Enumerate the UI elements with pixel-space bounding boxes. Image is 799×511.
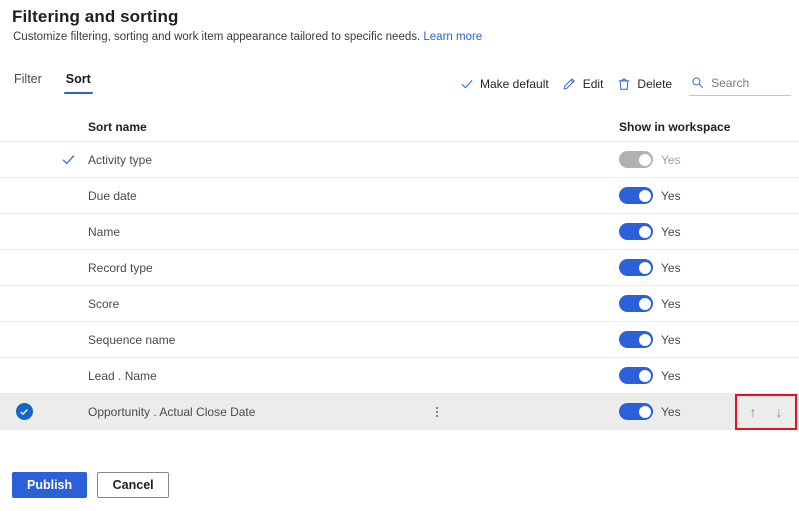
table-row[interactable]: Opportunity . Actual Close Date Yes ↑ ↓ (0, 393, 799, 430)
more-vertical-icon[interactable] (433, 404, 441, 420)
show-in-workspace-toggle[interactable] (619, 187, 654, 204)
show-in-workspace-toggle[interactable] (619, 259, 654, 276)
command-bar: Make default Edit Delete (455, 72, 791, 96)
table-row[interactable]: Record type Yes (0, 250, 799, 286)
show-in-workspace-toggle-label: Yes (661, 188, 681, 203)
page-title: Filtering and sorting (12, 7, 179, 26)
arrow-up-icon[interactable]: ↑ (741, 401, 765, 423)
show-in-workspace-toggle-label: Yes (661, 224, 681, 239)
page-subtitle-text: Customize filtering, sorting and work it… (13, 31, 421, 43)
tablist: Filter Sort (12, 72, 93, 94)
show-in-workspace-toggle[interactable] (619, 403, 654, 420)
trash-icon (616, 77, 631, 92)
search-box[interactable] (689, 73, 791, 96)
arrow-down-icon[interactable]: ↓ (767, 401, 791, 423)
row-show-in-workspace-cell: Yes (619, 295, 737, 312)
row-select-cell[interactable] (0, 403, 48, 420)
row-show-in-workspace-cell: Yes (619, 259, 737, 276)
show-in-workspace-toggle[interactable] (619, 295, 654, 312)
checkbox-circle-checked-icon[interactable] (15, 403, 33, 420)
row-sort-name: Due date (88, 188, 137, 203)
row-show-in-workspace-cell: Yes (619, 403, 737, 420)
make-default-label: Make default (480, 77, 549, 91)
checkmark-icon (459, 77, 474, 92)
row-show-in-workspace-cell: Yes (619, 223, 737, 240)
table-row[interactable]: Name Yes (0, 214, 799, 250)
tab-sort[interactable]: Sort (63, 72, 93, 94)
delete-label: Delete (637, 77, 673, 91)
publish-button[interactable]: Publish (12, 472, 88, 498)
row-sort-name: Score (88, 296, 120, 311)
make-default-button[interactable]: Make default (455, 75, 558, 94)
show-in-workspace-toggle[interactable] (619, 331, 653, 348)
show-in-workspace-toggle-label: Yes (661, 332, 681, 347)
learn-more-link[interactable]: Learn more (423, 31, 482, 43)
sort-list: Sort name Show in workspace Activity typ… (0, 112, 799, 430)
show-in-workspace-toggle-label: Yes (661, 296, 681, 311)
show-in-workspace-toggle-label: Yes (661, 260, 681, 275)
column-header-sort-name[interactable]: Sort name (88, 120, 619, 134)
table-row[interactable]: Sequence name Yes (0, 322, 799, 358)
show-in-workspace-toggle (619, 151, 653, 168)
row-reorder-cell: ↑ ↓ (735, 393, 799, 430)
row-default-indicator-cell (48, 152, 88, 167)
edit-button[interactable]: Edit (558, 75, 613, 94)
row-sort-name: Name (88, 224, 121, 239)
reorder-buttons: ↑ ↓ (735, 393, 798, 430)
table-header-row: Sort name Show in workspace (0, 112, 799, 142)
cancel-button[interactable]: Cancel (97, 472, 170, 498)
row-show-in-workspace-cell: Yes (619, 367, 737, 384)
row-overflow-cell[interactable] (417, 404, 457, 420)
column-header-show-in-workspace[interactable]: Show in workspace (619, 120, 799, 134)
show-in-workspace-toggle-label: Yes (661, 152, 681, 167)
table-row[interactable]: Score Yes (0, 286, 799, 322)
table-row[interactable]: Due date Yes (0, 178, 799, 214)
row-sort-name: Activity type (88, 152, 153, 167)
checkmark-icon (61, 152, 76, 167)
delete-button[interactable]: Delete (612, 75, 681, 94)
table-body: Activity type Yes Due date Yes Name Yes Record… (0, 142, 799, 430)
row-show-in-workspace-cell: Yes (619, 331, 737, 348)
row-sort-name: Record type (88, 260, 153, 275)
row-sort-name: Opportunity . Actual Close Date (88, 404, 256, 419)
search-icon (691, 76, 704, 90)
footer-actions: Publish Cancel (12, 472, 170, 498)
search-input[interactable] (711, 75, 791, 90)
row-show-in-workspace-cell: Yes (619, 187, 737, 204)
show-in-workspace-toggle[interactable] (619, 223, 654, 240)
table-row[interactable]: Lead . Name Yes (0, 358, 799, 394)
row-sort-name: Sequence name (88, 332, 176, 347)
page-subtitle: Customize filtering, sorting and work it… (13, 31, 482, 43)
show-in-workspace-toggle-label: Yes (661, 404, 681, 419)
tab-filter[interactable]: Filter (12, 72, 44, 94)
show-in-workspace-toggle-label: Yes (661, 368, 681, 383)
row-sort-name: Lead . Name (88, 368, 157, 383)
pencil-icon (562, 77, 577, 92)
filtering-and-sorting-page: Filtering and sorting Customize filterin… (0, 0, 799, 511)
row-show-in-workspace-cell: Yes (619, 151, 737, 168)
edit-label: Edit (582, 77, 604, 91)
table-row[interactable]: Activity type Yes (0, 142, 799, 178)
show-in-workspace-toggle[interactable] (619, 367, 653, 384)
